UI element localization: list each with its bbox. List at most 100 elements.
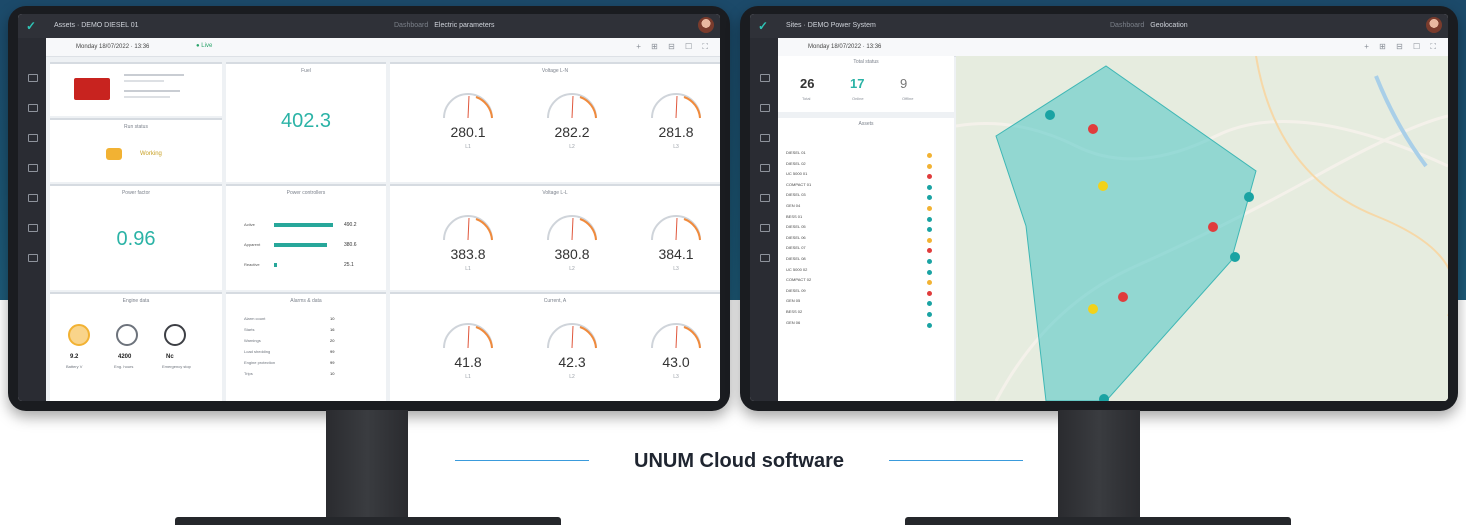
avatar[interactable] (698, 17, 714, 33)
card-title: Power factor (121, 190, 151, 196)
voltage-ll-card: Voltage L-L 383.8 L1 380.8 L2 384.1 L3 (390, 184, 720, 290)
status-dot (927, 248, 932, 254)
list-item[interactable]: GEN 05 (786, 298, 946, 308)
list-item[interactable]: DIESEL 03 (786, 192, 946, 202)
sidebar-settings-icon[interactable] (28, 134, 38, 142)
list-item[interactable]: DIESEL 08 (786, 256, 946, 266)
stat-label: Online (852, 96, 864, 101)
map-marker[interactable] (1230, 252, 1240, 262)
voltage-ln-card: Voltage L-N 280.1 L1 282.2 L2 281.8 L3 (390, 62, 720, 182)
list-item-label: COMPACT 01 (786, 181, 812, 187)
logo-icon[interactable]: ✓ (26, 19, 40, 33)
logo-icon[interactable]: ✓ (758, 19, 772, 33)
sidebar-settings-icon[interactable] (760, 134, 770, 142)
right-stand (1058, 410, 1140, 518)
list-item[interactable]: DIESEL 05 (786, 224, 946, 234)
engine-stat-label: Battery V (66, 364, 83, 369)
thumb-icon (106, 148, 122, 160)
list-item[interactable]: GEN 06 (786, 320, 946, 330)
map-view[interactable] (956, 56, 1448, 401)
status-dot (927, 269, 932, 275)
date-label[interactable]: Monday 18/07/2022 · 13:36 (808, 44, 881, 50)
info-line (124, 90, 180, 92)
map-marker[interactable] (1208, 222, 1218, 232)
map-marker[interactable] (1088, 304, 1098, 314)
gauge-part (571, 325, 574, 349)
list-item[interactable]: BESS 02 (786, 309, 946, 319)
power-row-label: Apparent (244, 242, 261, 247)
list-item[interactable]: UC 5000 01 (786, 171, 946, 181)
list-item[interactable]: DIESEL 09 (786, 288, 946, 298)
page-title-dim: Dashboard (1110, 22, 1145, 29)
sidebar-dashboard-icon[interactable] (28, 74, 38, 82)
sidebar-list-icon[interactable] (28, 104, 38, 112)
gauge-part (571, 95, 574, 119)
map-marker[interactable] (1098, 181, 1108, 191)
sidebar-chart-icon[interactable] (760, 164, 770, 172)
sidebar-chart-icon[interactable] (28, 164, 38, 172)
page-title: Dashboard Electric parameters (394, 22, 495, 29)
list-item[interactable]: UC 5000 02 (786, 267, 946, 277)
sidebar-grid-icon[interactable] (760, 194, 770, 202)
page-title-main: Electric parameters (434, 22, 495, 29)
map-marker[interactable] (1118, 292, 1128, 302)
alarm-row-value: 10 (330, 371, 335, 376)
list-item[interactable]: DIESEL 06 (786, 235, 946, 245)
list-item[interactable]: COMPACT 02 (786, 277, 946, 287)
sidebar-tool-icon[interactable] (760, 254, 770, 262)
sidebar-doc-icon[interactable] (760, 224, 770, 232)
list-item[interactable]: GEN 04 (786, 203, 946, 213)
fuel-value: 402.3 (280, 110, 332, 132)
gauge-value: 43.0 (662, 354, 690, 370)
gauge-part (675, 217, 678, 241)
sidebar-tool-icon[interactable] (28, 254, 38, 262)
list-item-label: DIESEL 01 (786, 150, 806, 155)
gauge-label: L1 (465, 266, 471, 272)
breadcrumb[interactable]: Assets · DEMO DIESEL 01 (54, 22, 139, 29)
sidebar-grid-icon[interactable] (28, 194, 38, 202)
list-item[interactable]: DIESEL 02 (786, 161, 946, 171)
right-base (905, 517, 1291, 525)
power-row-bar (274, 223, 333, 227)
sidebar-dashboard-icon[interactable] (760, 74, 770, 82)
status-dot (927, 301, 932, 307)
alarm-row-value: 20 (330, 338, 335, 343)
list-item[interactable]: COMPACT 01 (786, 182, 946, 192)
list-item[interactable]: DIESEL 01 (786, 150, 946, 160)
sidebar-list-icon[interactable] (760, 104, 770, 112)
breadcrumb[interactable]: Sites · DEMO Power System (786, 22, 876, 29)
left-sidebar (18, 38, 46, 401)
power-row-value: 490.2 (344, 222, 357, 228)
engine-stat-label: Eng. hours (114, 364, 134, 369)
sidebar-doc-icon[interactable] (28, 224, 38, 232)
list-item[interactable]: BESS 01 (786, 214, 946, 224)
power-row-bar (274, 263, 277, 267)
alarm-row-label: Load shedding (244, 349, 271, 354)
map-marker[interactable] (1088, 124, 1098, 134)
status-dot (927, 195, 932, 201)
list-item-label: GEN 05 (786, 298, 801, 304)
avatar[interactable] (1426, 17, 1442, 33)
list-item-label: DIESEL 02 (786, 160, 806, 166)
toolbar-icons[interactable]: + ⊞ ⊟ ☐ ⛶ (1364, 42, 1440, 52)
map-marker[interactable] (1045, 110, 1055, 120)
toolbar-icons[interactable]: + ⊞ ⊟ ☐ ⛶ (636, 42, 712, 52)
alarm-row-label: Trips (244, 371, 253, 376)
list-item-label: COMPACT 02 (786, 277, 812, 283)
list-item-label: DIESEL 09 (786, 287, 806, 293)
list-item-label: DIESEL 03 (786, 192, 806, 198)
left-monitor: ✓ Assets · DEMO DIESEL 01 Dashboard Elect… (8, 6, 730, 411)
engine-stat-value: Nc (166, 354, 174, 360)
card-title: Voltage L-N (541, 68, 569, 74)
power-row-bar (274, 243, 327, 247)
status-dot (927, 153, 932, 158)
alarm-row-label: Starts (244, 327, 255, 332)
caption: UNUM Cloud software (455, 446, 1023, 476)
map-marker[interactable] (1244, 192, 1254, 202)
stat-value: 9 (900, 76, 908, 91)
gauge-part (467, 95, 470, 119)
list-item[interactable]: DIESEL 07 (786, 245, 946, 255)
status-dot (927, 227, 932, 233)
right-monitor: ✓ Sites · DEMO Power System Dashboard Geo… (740, 6, 1458, 411)
date-label[interactable]: Monday 18/07/2022 · 13:36 (76, 44, 149, 50)
